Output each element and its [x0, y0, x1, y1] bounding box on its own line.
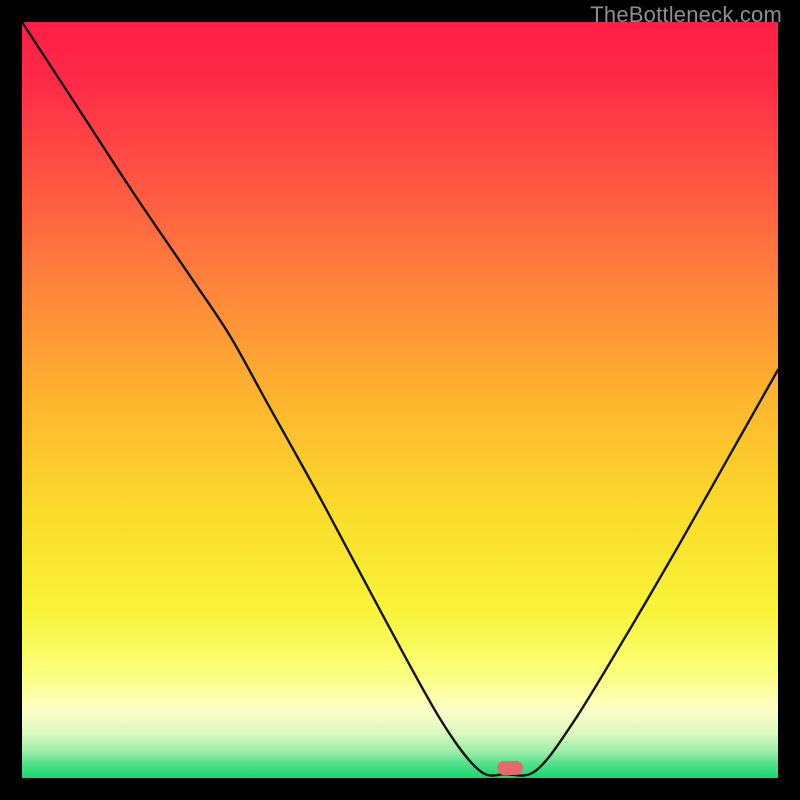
- chart-container: TheBottleneck.com: [0, 0, 800, 800]
- plot-area: [22, 22, 778, 778]
- watermark-text: TheBottleneck.com: [590, 2, 782, 28]
- bottleneck-curve: [22, 22, 778, 778]
- minimum-marker: [497, 761, 523, 775]
